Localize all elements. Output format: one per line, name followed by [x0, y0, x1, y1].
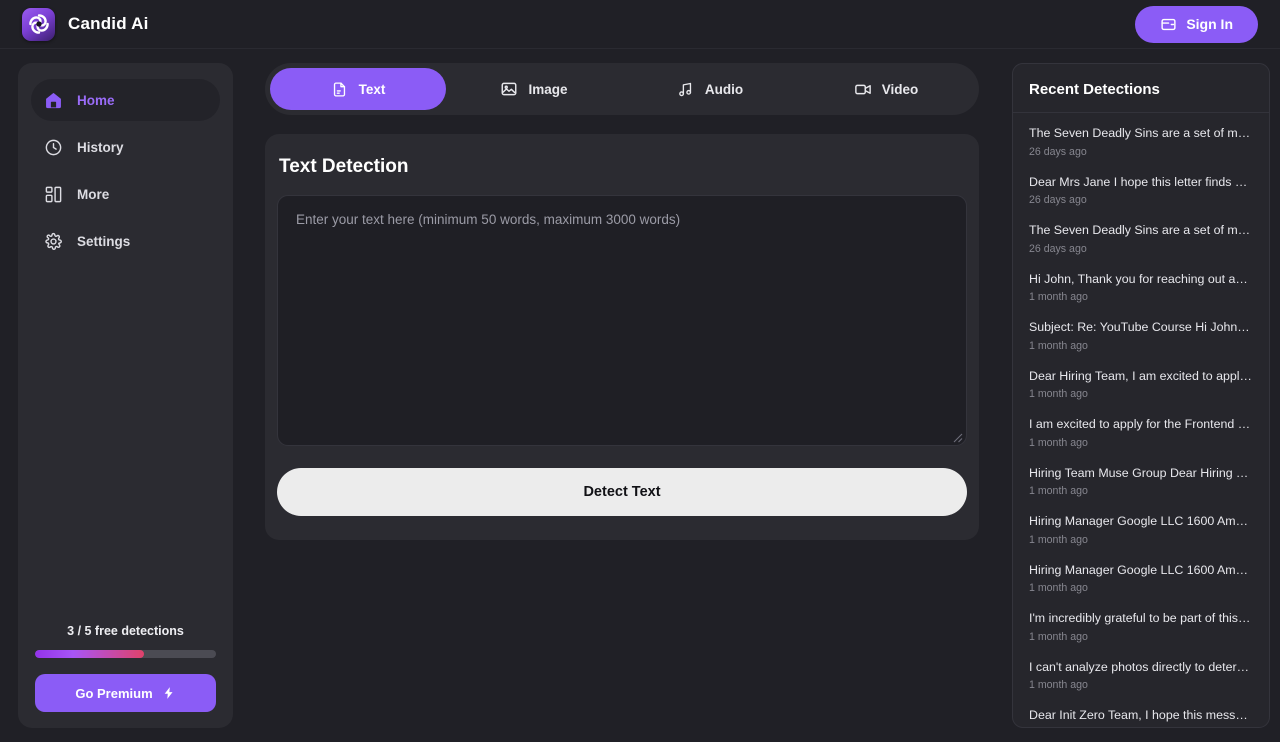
textarea-wrapper: [277, 195, 967, 446]
text-input[interactable]: [277, 195, 967, 446]
body-area: Home History More Settings 3 / 5 free de…: [0, 49, 1280, 742]
app-root: Candid Ai Sign In Home History More Sett…: [0, 0, 1280, 742]
recent-detection-text: The Seven Deadly Sins are a set of moral…: [1029, 223, 1253, 237]
recent-detection-text: I am excited to apply for the Frontend D…: [1029, 417, 1253, 431]
sidebar-item-label: History: [77, 139, 124, 155]
recent-detection-timestamp: 1 month ago: [1029, 485, 1088, 497]
recent-detection-item[interactable]: I can't analyze photos directly to deter…: [1013, 651, 1269, 700]
recent-detection-timestamp: 1 month ago: [1029, 436, 1088, 449]
recent-detection-item[interactable]: Dear Mrs Jane I hope this letter finds y…: [1013, 166, 1269, 215]
wallet-icon: [1160, 16, 1177, 33]
detect-text-button[interactable]: Detect Text: [277, 468, 967, 516]
sidebar-item-settings[interactable]: Settings: [31, 220, 220, 262]
recent-detection-text: The Seven Deadly Sins are a set of moral…: [1029, 126, 1253, 140]
page-title: Text Detection: [279, 156, 409, 177]
recent-detection-timestamp: 26 days ago: [1029, 145, 1087, 158]
recent-detection-timestamp: 1 month ago: [1029, 291, 1088, 303]
recent-detection-item[interactable]: The Seven Deadly Sins are a set of moral…: [1013, 117, 1269, 166]
lightning-bolt-icon: [162, 686, 176, 700]
recent-detection-item[interactable]: Dear Hiring Team, I am excited to apply …: [1013, 360, 1269, 409]
sidebar-item-history[interactable]: History: [31, 126, 220, 168]
grid-icon: [44, 185, 63, 204]
go-premium-label: Go Premium: [75, 685, 153, 701]
sidebar: Home History More Settings 3 / 5 free de…: [18, 63, 233, 728]
recent-detection-text: Dear Init Zero Team, I hope this message…: [1029, 708, 1253, 722]
video-camera-icon: [854, 80, 872, 98]
recent-detection-item[interactable]: Dear Init Zero Team, I hope this message…: [1013, 699, 1269, 727]
tab-audio[interactable]: Audio: [622, 68, 798, 110]
tab-image[interactable]: Image: [446, 68, 622, 110]
recent-detection-item[interactable]: Hiring Team Muse Group Dear Hiring Team,…: [1013, 457, 1269, 506]
go-premium-button[interactable]: Go Premium: [35, 674, 216, 712]
app-header: Candid Ai Sign In: [0, 0, 1280, 49]
recent-detection-item[interactable]: I am excited to apply for the Frontend D…: [1013, 408, 1269, 457]
music-note-icon: [677, 80, 695, 98]
detection-type-tabs: Text Image Audio Video: [265, 63, 979, 115]
usage-meter: 3 / 5 free detections Go Premium: [31, 624, 220, 712]
recent-detection-item[interactable]: Hiring Manager Google LLC 1600 Amphithea…: [1013, 505, 1269, 554]
recent-detection-timestamp: 1 month ago: [1029, 582, 1088, 594]
recent-detection-timestamp: 1 month ago: [1029, 388, 1088, 400]
tab-video[interactable]: Video: [798, 68, 974, 110]
recent-detection-timestamp: 1 month ago: [1029, 339, 1088, 352]
recent-detection-text: Hiring Manager Google LLC 1600 Amphithea…: [1029, 514, 1253, 528]
recent-detection-text: Dear Hiring Team, I am excited to apply …: [1029, 368, 1253, 383]
recent-detection-item[interactable]: Subject: Re: YouTube Course Hi John, Tha…: [1013, 311, 1269, 360]
sidebar-item-home[interactable]: Home: [31, 79, 220, 121]
brand: Candid Ai: [22, 7, 149, 41]
vortex-logo-icon: [22, 7, 55, 41]
main-content: Text Image Audio Video Text Detection En…: [233, 63, 1012, 728]
sign-in-label: Sign In: [1186, 16, 1233, 32]
recent-detection-text: I can't analyze photos directly to deter…: [1029, 659, 1253, 674]
recent-detection-text: Hiring Manager Google LLC 1600 Amphithea…: [1029, 562, 1253, 577]
usage-progress-bar: [35, 650, 216, 658]
sidebar-item-more[interactable]: More: [31, 173, 220, 215]
document-icon: [331, 80, 349, 98]
tab-label: Video: [881, 81, 919, 97]
recent-detection-item[interactable]: I'm incredibly grateful to be part of th…: [1013, 602, 1269, 651]
recent-detection-timestamp: 1 month ago: [1029, 533, 1088, 546]
recent-detection-text: Subject: Re: YouTube Course Hi John, Tha…: [1029, 320, 1253, 334]
usage-label: 3 / 5 free detections: [67, 624, 184, 638]
brand-name: Candid Ai: [68, 14, 149, 33]
clock-icon: [44, 138, 63, 157]
sidebar-nav: Home History More Settings: [31, 79, 220, 262]
usage-progress-fill: [35, 650, 144, 658]
recent-detections-panel: Recent Detections The Seven Deadly Sins …: [1012, 63, 1270, 728]
gear-icon: [44, 232, 63, 251]
tab-label: Text: [358, 81, 386, 97]
recent-detection-item[interactable]: Hi John, Thank you for reaching out and …: [1013, 263, 1269, 312]
recent-detections-list[interactable]: The Seven Deadly Sins are a set of moral…: [1013, 113, 1269, 727]
recent-detection-timestamp: 26 days ago: [1029, 242, 1087, 255]
recent-detection-timestamp: 1 month ago: [1029, 679, 1088, 691]
text-detection-panel: Text Detection Detect Text: [265, 134, 979, 540]
tab-label: Audio: [704, 81, 744, 97]
home-icon: [44, 91, 63, 110]
recent-detection-item[interactable]: Hiring Manager Google LLC 1600 Amphithea…: [1013, 554, 1269, 603]
tab-label: Image: [528, 81, 568, 97]
recent-detections-title: Recent Detections: [1013, 64, 1269, 113]
recent-detection-text: I'm incredibly grateful to be part of th…: [1029, 611, 1253, 625]
tab-text[interactable]: Text: [270, 68, 446, 110]
recent-detection-timestamp: 26 days ago: [1029, 194, 1087, 206]
recent-detection-item[interactable]: The Seven Deadly Sins are a set of moral…: [1013, 214, 1269, 263]
sidebar-item-label: Home: [77, 92, 115, 108]
recent-detection-text: Hiring Team Muse Group Dear Hiring Team,…: [1029, 465, 1253, 480]
recent-detection-text: Hi John, Thank you for reaching out and …: [1029, 271, 1253, 286]
sidebar-item-label: Settings: [77, 233, 131, 249]
recent-detection-timestamp: 1 month ago: [1029, 630, 1088, 643]
sign-in-button[interactable]: Sign In: [1135, 5, 1258, 43]
image-icon: [500, 80, 518, 98]
sidebar-item-label: More: [77, 186, 110, 202]
recent-detection-text: Dear Mrs Jane I hope this letter finds y…: [1029, 174, 1253, 189]
